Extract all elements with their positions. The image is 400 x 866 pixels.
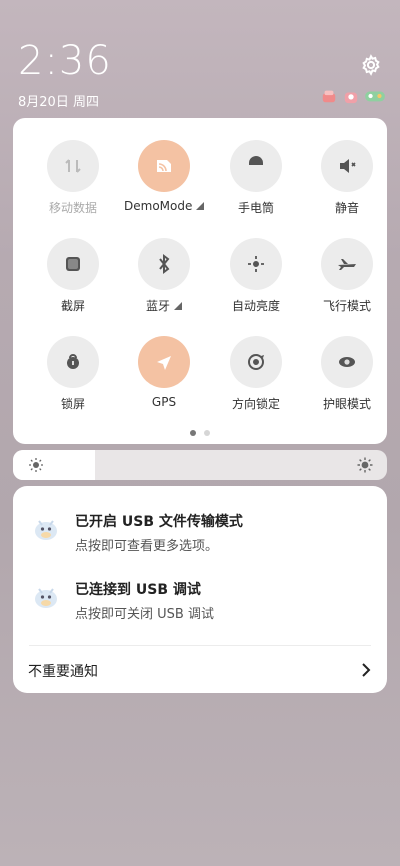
quick-tile-button[interactable] <box>321 336 373 388</box>
unimportant-notifications-link[interactable]: 不重要通知 <box>28 661 98 681</box>
quick-tile-button[interactable] <box>47 140 99 192</box>
flashlight-icon <box>249 156 263 165</box>
quick-tile-button[interactable] <box>138 336 190 388</box>
brightness-high-icon <box>357 457 373 473</box>
notification-usb-transfer[interactable]: 已开启 USB 文件传输模式 点按即可查看更多选项。 <box>13 508 387 558</box>
quick-tile-lock[interactable]: 锁屏 <box>33 336 113 412</box>
expand-triangle-icon <box>192 199 205 213</box>
quick-tile-screenshot[interactable]: 截屏 <box>33 238 113 314</box>
page-dot-1[interactable] <box>190 430 196 436</box>
notification-card: 已开启 USB 文件传输模式 点按即可查看更多选项。 已连接到 USB 调试 点… <box>13 486 387 693</box>
game-app-icon <box>365 91 385 102</box>
quick-tile-mute[interactable]: 静音 <box>307 140 387 216</box>
quick-tile-label: 移动数据 <box>48 201 97 215</box>
notification-title: 已开启 USB 文件传输模式 <box>75 514 243 530</box>
quick-tile-label: DemoMode <box>124 199 205 213</box>
quick-tile-label: 自动亮度 <box>231 299 280 313</box>
cake-app-icon <box>322 90 336 103</box>
gps-icon <box>157 356 171 370</box>
quick-tile-eye-care[interactable]: 护眼模式 <box>307 336 387 412</box>
quick-tile-button[interactable] <box>138 238 190 290</box>
quick-tile-gps[interactable]: GPS <box>124 336 204 409</box>
quick-tile-label: 手电筒 <box>237 201 274 215</box>
quick-tile-button[interactable] <box>138 140 190 192</box>
page-indicator <box>190 430 210 436</box>
bag-app-icon <box>344 92 358 104</box>
android-app-icon <box>35 588 57 608</box>
quick-tile-button[interactable] <box>47 238 99 290</box>
screenshot-icon <box>66 257 80 271</box>
quick-tile-flashlight[interactable]: 手电筒 <box>216 140 296 216</box>
quick-tile-label: 护眼模式 <box>322 397 371 411</box>
mobile-data-icon <box>65 159 81 173</box>
quick-tile-button[interactable] <box>47 336 99 388</box>
notification-title: 已连接到 USB 调试 <box>75 582 201 598</box>
quick-tile-button[interactable] <box>230 238 282 290</box>
chevron-right-icon[interactable] <box>359 662 373 678</box>
rotation-lock-icon <box>248 354 264 370</box>
quick-tile-label: GPS <box>151 395 177 409</box>
android-app-icon <box>35 520 57 540</box>
quick-tile-bluetooth[interactable]: 蓝牙 <box>124 238 204 314</box>
notification-usb-debugging[interactable]: 已连接到 USB 调试 点按即可关闭 USB 调试 <box>13 576 387 626</box>
notification-divider <box>29 645 371 646</box>
status-app-icons <box>320 88 386 104</box>
demo-mode-icon <box>157 160 171 172</box>
notification-subtitle: 点按即可关闭 USB 调试 <box>75 607 214 622</box>
settings-gear-icon[interactable] <box>360 54 382 76</box>
quick-tile-label: 静音 <box>334 201 359 215</box>
auto-brightness-icon <box>248 256 264 272</box>
bluetooth-icon <box>159 254 170 274</box>
quick-tile-button[interactable] <box>321 238 373 290</box>
status-date: 8月20日 周四 <box>18 95 99 110</box>
quick-tile-label: 飞行模式 <box>322 299 371 313</box>
brightness-slider[interactable] <box>13 450 387 480</box>
quick-tile-button[interactable] <box>230 140 282 192</box>
eye-care-icon <box>339 357 355 367</box>
quick-settings-panel: 移动数据 DemoMode 手电筒 静音截屏 蓝牙 自动亮度 飞行模式锁屏 GPS 方向锁定 护眼… <box>13 118 387 444</box>
quick-tile-label: 截屏 <box>60 299 85 313</box>
expand-triangle-icon <box>170 299 182 313</box>
airplane-icon <box>338 259 356 270</box>
status-time: 2:36 <box>18 38 112 84</box>
lock-icon <box>67 354 79 369</box>
quick-tile-label: 锁屏 <box>60 397 85 411</box>
quick-tile-airplane[interactable]: 飞行模式 <box>307 238 387 314</box>
quick-tile-label: 方向锁定 <box>231 397 280 411</box>
quick-tile-rotation-lock[interactable]: 方向锁定 <box>216 336 296 412</box>
quick-tile-mobile-data[interactable]: 移动数据 <box>33 140 113 216</box>
notification-subtitle: 点按即可查看更多选项。 <box>75 539 219 554</box>
brightness-fill <box>13 450 96 480</box>
quick-tile-button[interactable] <box>230 336 282 388</box>
quick-tile-demo-mode[interactable]: DemoMode <box>124 140 205 213</box>
quick-tile-auto-brightness[interactable]: 自动亮度 <box>216 238 296 314</box>
page-dot-2[interactable] <box>204 430 210 436</box>
quick-tile-label: 蓝牙 <box>124 297 204 314</box>
quick-tile-button[interactable] <box>321 140 373 192</box>
brightness-low-icon <box>29 458 43 472</box>
mute-icon <box>340 159 356 173</box>
